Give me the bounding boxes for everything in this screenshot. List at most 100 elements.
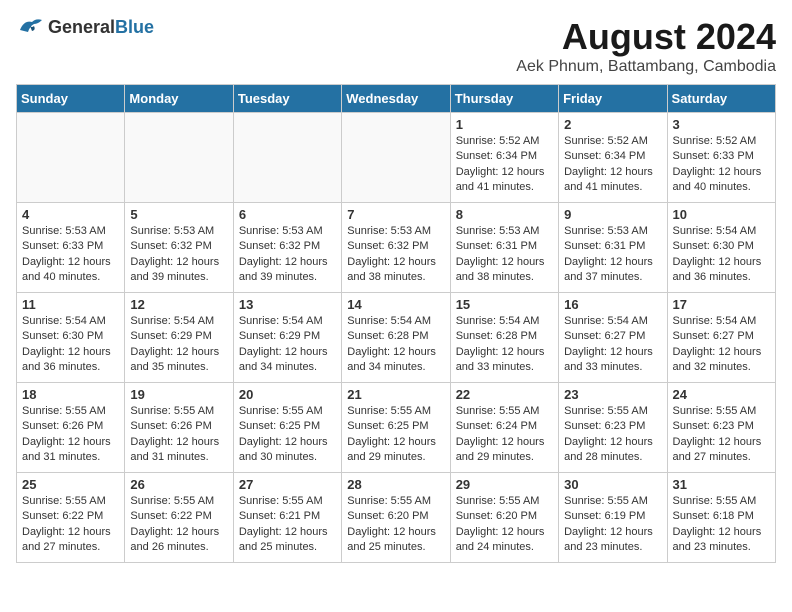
calendar-week-1: 1 Sunrise: 5:52 AM Sunset: 6:34 PM Daylig…	[17, 113, 776, 203]
calendar-cell: 30 Sunrise: 5:55 AM Sunset: 6:19 PM Dayli…	[559, 473, 667, 563]
calendar-table: SundayMondayTuesdayWednesdayThursdayFrid…	[16, 84, 776, 563]
day-number: 20	[239, 387, 336, 402]
day-number: 21	[347, 387, 444, 402]
day-number: 17	[673, 297, 770, 312]
calendar-cell	[125, 113, 233, 203]
calendar-cell	[342, 113, 450, 203]
day-number: 2	[564, 117, 661, 132]
day-number: 24	[673, 387, 770, 402]
calendar-title: August 2024	[516, 16, 776, 58]
calendar-week-2: 4 Sunrise: 5:53 AM Sunset: 6:33 PM Daylig…	[17, 203, 776, 293]
calendar-cell: 21 Sunrise: 5:55 AM Sunset: 6:25 PM Dayli…	[342, 383, 450, 473]
day-info: Sunrise: 5:55 AM Sunset: 6:26 PM Dayligh…	[22, 404, 119, 466]
day-info: Sunrise: 5:53 AM Sunset: 6:32 PM Dayligh…	[130, 224, 227, 286]
calendar-cell: 6 Sunrise: 5:53 AM Sunset: 6:32 PM Daylig…	[233, 203, 341, 293]
day-info: Sunrise: 5:54 AM Sunset: 6:30 PM Dayligh…	[22, 314, 119, 376]
calendar-cell: 3 Sunrise: 5:52 AM Sunset: 6:33 PM Daylig…	[667, 113, 775, 203]
day-header-friday: Friday	[559, 85, 667, 113]
calendar-header-row: SundayMondayTuesdayWednesdayThursdayFrid…	[17, 85, 776, 113]
day-info: Sunrise: 5:55 AM Sunset: 6:19 PM Dayligh…	[564, 494, 661, 556]
day-info: Sunrise: 5:52 AM Sunset: 6:34 PM Dayligh…	[456, 134, 553, 196]
day-number: 28	[347, 477, 444, 492]
calendar-cell: 1 Sunrise: 5:52 AM Sunset: 6:34 PM Daylig…	[450, 113, 558, 203]
day-number: 5	[130, 207, 227, 222]
calendar-cell: 7Sunrise: 5:53 AM Sunset: 6:32 PM Daylig…	[342, 203, 450, 293]
day-info: Sunrise: 5:55 AM Sunset: 6:22 PM Dayligh…	[130, 494, 227, 556]
day-info: Sunrise: 5:55 AM Sunset: 6:20 PM Dayligh…	[347, 494, 444, 556]
page-header: GeneralBlue August 2024 Aek Phnum, Batta…	[16, 16, 776, 76]
calendar-cell: 15Sunrise: 5:54 AM Sunset: 6:28 PM Dayli…	[450, 293, 558, 383]
calendar-cell: 8 Sunrise: 5:53 AM Sunset: 6:31 PM Daylig…	[450, 203, 558, 293]
day-info: Sunrise: 5:52 AM Sunset: 6:34 PM Dayligh…	[564, 134, 661, 196]
calendar-body: 1 Sunrise: 5:52 AM Sunset: 6:34 PM Daylig…	[17, 113, 776, 563]
day-number: 23	[564, 387, 661, 402]
day-header-tuesday: Tuesday	[233, 85, 341, 113]
day-info: Sunrise: 5:55 AM Sunset: 6:25 PM Dayligh…	[347, 404, 444, 466]
day-info: Sunrise: 5:53 AM Sunset: 6:31 PM Dayligh…	[564, 224, 661, 286]
day-info: Sunrise: 5:52 AM Sunset: 6:33 PM Dayligh…	[673, 134, 770, 196]
calendar-cell: 10 Sunrise: 5:54 AM Sunset: 6:30 PM Dayli…	[667, 203, 775, 293]
calendar-cell: 28 Sunrise: 5:55 AM Sunset: 6:20 PM Dayli…	[342, 473, 450, 563]
calendar-cell: 23Sunrise: 5:55 AM Sunset: 6:23 PM Dayli…	[559, 383, 667, 473]
day-number: 25	[22, 477, 119, 492]
day-number: 22	[456, 387, 553, 402]
logo-general: General	[48, 17, 115, 37]
logo-blue: Blue	[115, 17, 154, 37]
calendar-cell: 2 Sunrise: 5:52 AM Sunset: 6:34 PM Daylig…	[559, 113, 667, 203]
day-info: Sunrise: 5:55 AM Sunset: 6:21 PM Dayligh…	[239, 494, 336, 556]
day-number: 14	[347, 297, 444, 312]
calendar-cell: 16Sunrise: 5:54 AM Sunset: 6:27 PM Dayli…	[559, 293, 667, 383]
day-header-thursday: Thursday	[450, 85, 558, 113]
calendar-cell: 31 Sunrise: 5:55 AM Sunset: 6:18 PM Dayli…	[667, 473, 775, 563]
day-info: Sunrise: 5:54 AM Sunset: 6:29 PM Dayligh…	[130, 314, 227, 376]
day-info: Sunrise: 5:55 AM Sunset: 6:23 PM Dayligh…	[673, 404, 770, 466]
day-info: Sunrise: 5:54 AM Sunset: 6:27 PM Dayligh…	[564, 314, 661, 376]
day-info: Sunrise: 5:54 AM Sunset: 6:28 PM Dayligh…	[347, 314, 444, 376]
calendar-cell: 29 Sunrise: 5:55 AM Sunset: 6:20 PM Dayli…	[450, 473, 558, 563]
calendar-cell: 14 Sunrise: 5:54 AM Sunset: 6:28 PM Dayli…	[342, 293, 450, 383]
title-section: August 2024 Aek Phnum, Battambang, Cambo…	[516, 16, 776, 76]
calendar-week-4: 18 Sunrise: 5:55 AM Sunset: 6:26 PM Dayli…	[17, 383, 776, 473]
day-header-sunday: Sunday	[17, 85, 125, 113]
logo: GeneralBlue	[16, 16, 154, 38]
day-number: 4	[22, 207, 119, 222]
calendar-cell	[17, 113, 125, 203]
day-info: Sunrise: 5:53 AM Sunset: 6:32 PM Dayligh…	[239, 224, 336, 286]
day-info: Sunrise: 5:55 AM Sunset: 6:20 PM Dayligh…	[456, 494, 553, 556]
day-info: Sunrise: 5:54 AM Sunset: 6:27 PM Dayligh…	[673, 314, 770, 376]
day-number: 3	[673, 117, 770, 132]
day-info: Sunrise: 5:53 AM Sunset: 6:33 PM Dayligh…	[22, 224, 119, 286]
day-info: Sunrise: 5:54 AM Sunset: 6:28 PM Dayligh…	[456, 314, 553, 376]
day-number: 13	[239, 297, 336, 312]
calendar-cell: 27Sunrise: 5:55 AM Sunset: 6:21 PM Dayli…	[233, 473, 341, 563]
day-number: 7	[347, 207, 444, 222]
calendar-cell: 13 Sunrise: 5:54 AM Sunset: 6:29 PM Dayli…	[233, 293, 341, 383]
calendar-subtitle: Aek Phnum, Battambang, Cambodia	[516, 58, 776, 76]
day-info: Sunrise: 5:55 AM Sunset: 6:18 PM Dayligh…	[673, 494, 770, 556]
calendar-cell: 22Sunrise: 5:55 AM Sunset: 6:24 PM Dayli…	[450, 383, 558, 473]
day-number: 6	[239, 207, 336, 222]
calendar-cell	[233, 113, 341, 203]
calendar-cell: 20Sunrise: 5:55 AM Sunset: 6:25 PM Dayli…	[233, 383, 341, 473]
day-number: 1	[456, 117, 553, 132]
calendar-cell: 17 Sunrise: 5:54 AM Sunset: 6:27 PM Dayli…	[667, 293, 775, 383]
calendar-cell: 11Sunrise: 5:54 AM Sunset: 6:30 PM Dayli…	[17, 293, 125, 383]
day-number: 30	[564, 477, 661, 492]
day-number: 29	[456, 477, 553, 492]
calendar-cell: 19Sunrise: 5:55 AM Sunset: 6:26 PM Dayli…	[125, 383, 233, 473]
day-header-monday: Monday	[125, 85, 233, 113]
day-number: 8	[456, 207, 553, 222]
day-header-wednesday: Wednesday	[342, 85, 450, 113]
calendar-cell: 26 Sunrise: 5:55 AM Sunset: 6:22 PM Dayli…	[125, 473, 233, 563]
day-number: 18	[22, 387, 119, 402]
day-info: Sunrise: 5:54 AM Sunset: 6:30 PM Dayligh…	[673, 224, 770, 286]
day-info: Sunrise: 5:55 AM Sunset: 6:22 PM Dayligh…	[22, 494, 119, 556]
day-number: 10	[673, 207, 770, 222]
day-info: Sunrise: 5:54 AM Sunset: 6:29 PM Dayligh…	[239, 314, 336, 376]
calendar-week-5: 25 Sunrise: 5:55 AM Sunset: 6:22 PM Dayli…	[17, 473, 776, 563]
day-number: 31	[673, 477, 770, 492]
day-number: 26	[130, 477, 227, 492]
day-info: Sunrise: 5:55 AM Sunset: 6:26 PM Dayligh…	[130, 404, 227, 466]
calendar-week-3: 11Sunrise: 5:54 AM Sunset: 6:30 PM Dayli…	[17, 293, 776, 383]
day-info: Sunrise: 5:53 AM Sunset: 6:31 PM Dayligh…	[456, 224, 553, 286]
